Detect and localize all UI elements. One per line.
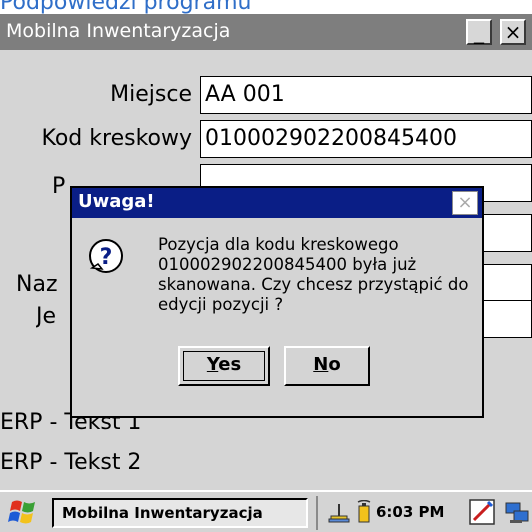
yes-hotkey: Y [206, 354, 219, 375]
kod-kreskowy-label: Kod kreskowy [41, 126, 192, 151]
window-title: Mobilna Inwentaryzacja [6, 20, 231, 42]
svg-text:?: ? [100, 245, 113, 270]
yes-button[interactable]: Yes [178, 346, 270, 386]
no-label: o [328, 354, 341, 375]
windows-flag-icon[interactable] [8, 498, 40, 526]
warning-dialog: Uwaga! × ? Pozycja dla kodu kreskowego 0… [70, 186, 484, 418]
no-hotkey: N [313, 354, 329, 375]
dialog-close-button[interactable]: × [452, 191, 478, 215]
dialog-message: Pozycja dla kodu kreskowego 010002902200… [158, 235, 469, 314]
dialog-titlebar: Uwaga! × [72, 188, 482, 218]
miejsce-label: Miejsce [110, 82, 192, 107]
miejsce-field[interactable]: AA 001 [200, 76, 532, 114]
yes-label: es [218, 354, 242, 375]
erp-text-2: ERP - Tekst 2 [0, 450, 142, 475]
minimize-button[interactable]: _ [466, 19, 492, 45]
window-close-button[interactable]: × [500, 19, 526, 45]
tray-separator [316, 496, 318, 530]
question-icon: ? [89, 239, 123, 273]
dialog-title: Uwaga! [78, 191, 155, 212]
window-titlebar: Mobilna Inwentaryzacja _ × [0, 14, 532, 50]
connectivity-icon[interactable] [328, 502, 350, 524]
obscured-label-1: P [52, 174, 66, 199]
taskbar: Mobilna Inwentaryzacja 6:03 PM [0, 490, 532, 532]
no-button[interactable]: No [284, 346, 370, 386]
obscured-label-2: Naz [16, 272, 58, 297]
taskbar-app-button[interactable]: Mobilna Inwentaryzacja [52, 498, 308, 528]
input-panel-icon[interactable] [468, 498, 496, 526]
battery-icon[interactable] [354, 500, 374, 524]
obscured-label-3: Je [36, 304, 57, 329]
kod-kreskowy-field[interactable]: 010002902200845400 [200, 120, 532, 158]
top-caption: Podpowiedzi programu [0, 0, 252, 15]
clock[interactable]: 6:03 PM [376, 503, 444, 521]
desktop-icon[interactable] [504, 500, 530, 526]
